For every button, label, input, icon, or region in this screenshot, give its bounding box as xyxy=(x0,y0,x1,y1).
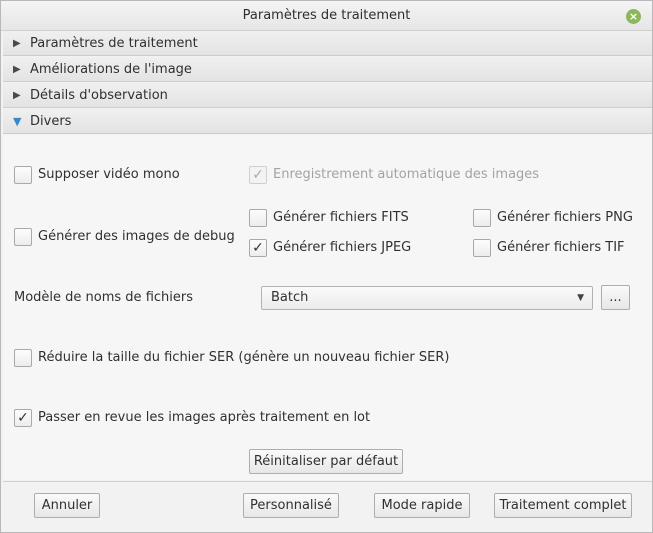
filename-pattern-select[interactable]: Batch ▼ xyxy=(261,286,593,310)
debug-images-checkbox[interactable] xyxy=(14,228,32,246)
jpeg-checkbox[interactable]: ✓ xyxy=(249,239,267,257)
auto-save-checkbox[interactable]: ✓ xyxy=(249,166,267,184)
review-images-checkbox[interactable]: ✓ xyxy=(14,409,32,427)
filename-pattern-value: Batch xyxy=(271,290,309,305)
accordion-label: Divers xyxy=(30,114,72,129)
accordion-label: Améliorations de l'image xyxy=(30,62,192,77)
filename-pattern-label: Modèle de noms de fichiers xyxy=(14,290,193,305)
accordion-image-enhancements[interactable]: ▶ Améliorations de l'image xyxy=(3,57,652,82)
accordion-misc[interactable]: ▼ Divers xyxy=(3,109,652,134)
title-bar: Paramètres de traitement × xyxy=(1,1,652,31)
cancel-button[interactable]: Annuler xyxy=(34,493,100,518)
mono-video-checkbox[interactable] xyxy=(14,166,32,184)
fits-checkbox[interactable] xyxy=(249,209,267,227)
png-checkbox[interactable] xyxy=(473,209,491,227)
accordion-label: Détails d'observation xyxy=(30,88,168,103)
auto-save-label: Enregistrement automatique des images xyxy=(273,167,540,182)
tif-label: Générer fichiers TIF xyxy=(497,240,625,255)
collapse-arrow-icon: ▼ xyxy=(13,115,22,128)
quick-mode-button[interactable]: Mode rapide xyxy=(374,493,470,518)
accordion-observation-details[interactable]: ▶ Détails d'observation xyxy=(3,83,652,108)
processing-dialog: Paramètres de traitement × ▶ Paramètres … xyxy=(0,0,653,533)
expand-arrow-icon: ▶ xyxy=(13,38,21,49)
expand-arrow-icon: ▶ xyxy=(13,64,21,75)
accordion-label: Paramètres de traitement xyxy=(30,36,198,51)
fits-label: Générer fichiers FITS xyxy=(273,210,409,225)
reduce-ser-checkbox[interactable] xyxy=(14,349,32,367)
review-images-label: Passer en revue les images après traitem… xyxy=(38,410,371,425)
jpeg-label: Générer fichiers JPEG xyxy=(273,240,412,255)
expand-arrow-icon: ▶ xyxy=(13,90,21,101)
accordion-processing-params[interactable]: ▶ Paramètres de traitement xyxy=(3,31,652,56)
tif-checkbox[interactable] xyxy=(473,239,491,257)
full-processing-button[interactable]: Traitement complet xyxy=(494,493,632,518)
mono-video-label: Supposer vidéo mono xyxy=(38,167,180,182)
custom-button[interactable]: Personnalisé xyxy=(243,493,339,518)
close-icon[interactable]: × xyxy=(626,9,641,24)
browse-button[interactable]: ... xyxy=(601,285,630,310)
png-label: Générer fichiers PNG xyxy=(497,210,633,225)
window-title: Paramètres de traitement xyxy=(242,8,411,23)
debug-images-label: Générer des images de debug xyxy=(38,229,235,244)
chevron-down-icon: ▼ xyxy=(577,293,584,303)
reduce-ser-label: Réduire la taille du fichier SER (génère… xyxy=(38,350,450,365)
reset-defaults-button[interactable]: Réinitaliser par défaut xyxy=(249,449,403,474)
